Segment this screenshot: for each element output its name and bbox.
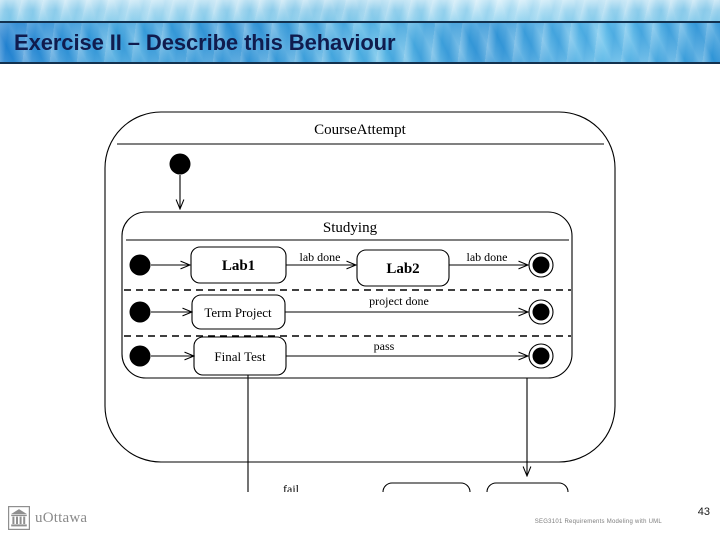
page-number: 43 (697, 506, 710, 518)
initial-state-course-attempt (169, 153, 191, 210)
slide-banner: Exercise II – Describe this Behaviour (0, 0, 720, 72)
footer-course-label: SEG3101 Requirements Modeling with UML (534, 519, 662, 525)
initial-state-term-project (129, 301, 151, 323)
state-label-term-project: Term Project (204, 305, 272, 320)
transition-label-lab1-lab2: lab done (300, 250, 341, 264)
final-state-term-project (528, 299, 554, 325)
slide-footer: uOttawa SEG3101 Requirements Modeling wi… (0, 492, 720, 540)
university-building-icon (8, 506, 30, 530)
state-passed: Passed (486, 482, 569, 492)
transition-label-pass: pass (374, 339, 395, 353)
state-label-lab2: Lab2 (386, 261, 419, 277)
banner-divider-bottom (0, 62, 720, 64)
transition-label-fail: fail (283, 482, 300, 492)
region-labs: Lab1 lab done Lab2 lab done (129, 246, 554, 287)
uottawa-logo-text: uOttawa (35, 509, 88, 526)
initial-state-labs (129, 254, 151, 276)
banner-water-texture-top (0, 0, 720, 21)
state-label-studying: Studying (323, 220, 378, 236)
state-label-course-attempt: CourseAttempt (314, 122, 406, 138)
region-term-project: Term Project project done (129, 294, 554, 330)
state-failed: Failed (382, 482, 471, 492)
state-lab1: Lab1 (190, 246, 287, 284)
transition-label-project-done: project done (369, 294, 429, 308)
page-title: Exercise II – Describe this Behaviour (14, 30, 396, 55)
final-state-labs (528, 252, 554, 278)
initial-state-final-test (129, 345, 151, 367)
state-label-lab1: Lab1 (222, 258, 255, 274)
uottawa-logo: uOttawa (8, 506, 87, 530)
state-studying: Studying (121, 211, 573, 379)
state-final-test: Final Test (193, 336, 287, 376)
state-term-project: Term Project (191, 294, 286, 330)
final-state-final-test (528, 343, 554, 369)
transition-label-lab2-final: lab done (467, 250, 508, 264)
region-final-test: Final Test pass (129, 336, 554, 376)
state-lab2: Lab2 (356, 249, 450, 287)
uml-state-diagram: CourseAttempt Studying Lab1 lab done Lab… (0, 72, 720, 492)
state-label-final-test: Final Test (214, 349, 266, 364)
transition-fail: fail (247, 375, 300, 492)
